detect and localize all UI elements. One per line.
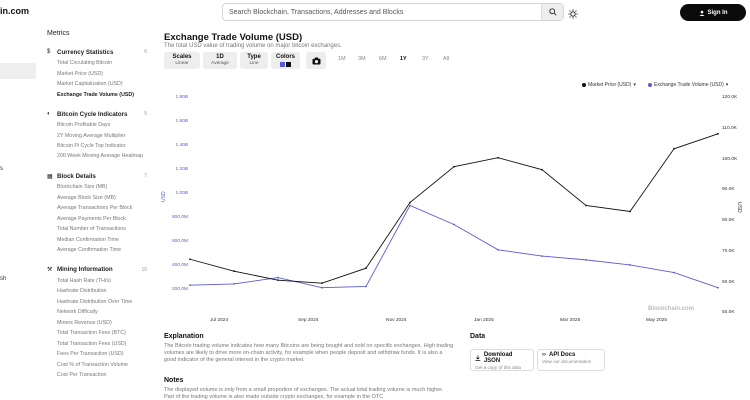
price-point: [189, 258, 191, 261]
price-point: [717, 132, 719, 135]
series-price: [189, 132, 719, 285]
price-point: [673, 147, 675, 150]
data-title: Data: [470, 333, 486, 340]
volume-point: [365, 285, 367, 288]
notes-text: The displayed volume is only from a smal…: [164, 387, 444, 400]
download-json-label: Download JSON: [483, 352, 513, 364]
download-icon: [475, 355, 481, 361]
price-line: [189, 133, 719, 284]
chart-plot-area[interactable]: [0, 0, 750, 400]
volume-point: [717, 286, 719, 289]
volume-point: [629, 264, 631, 266]
download-json-button[interactable]: Download JSON Get a copy of this data: [470, 349, 534, 371]
volume-line: [189, 204, 719, 289]
series-volume: [189, 204, 719, 289]
volume-point: [189, 284, 191, 287]
api-docs-label: API Docs: [549, 352, 576, 358]
api-docs-sub: View our documentation: [542, 359, 592, 364]
download-json-sub: Get a copy of this data: [475, 365, 521, 370]
notes-title: Notes: [164, 377, 184, 384]
price-point: [321, 282, 323, 285]
price-point: [541, 168, 543, 171]
volume-point: [497, 248, 499, 251]
volume-point: [541, 255, 543, 257]
volume-point: [409, 204, 411, 207]
volume-point: [453, 223, 455, 226]
volume-point: [233, 283, 235, 285]
api-docs-button[interactable]: ‹› API Docs View our documentation: [537, 349, 605, 371]
price-point: [277, 279, 279, 282]
price-point: [629, 210, 631, 213]
explanation-title: Explanation: [164, 333, 204, 340]
price-point: [365, 267, 367, 270]
price-point: [409, 201, 411, 204]
price-point: [585, 204, 587, 207]
volume-point: [585, 258, 587, 261]
price-point: [453, 165, 455, 168]
explanation-text: The Bitcoin trading volume indicates how…: [164, 343, 454, 363]
volume-point: [321, 286, 323, 289]
volume-point: [277, 276, 279, 279]
volume-point: [673, 271, 675, 274]
price-point: [233, 270, 235, 273]
price-point: [497, 156, 499, 159]
code-icon: ‹›: [542, 352, 546, 358]
